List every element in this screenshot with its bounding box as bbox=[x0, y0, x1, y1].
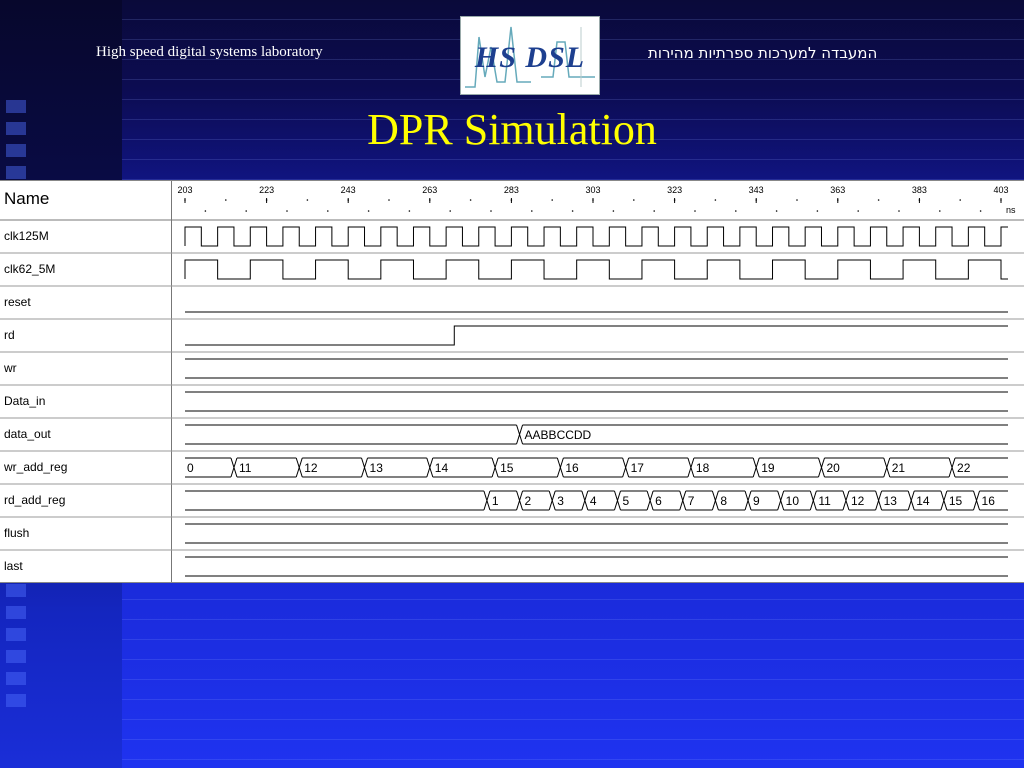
bus-value-label: 13 bbox=[370, 461, 384, 475]
time-minor-dot bbox=[469, 199, 472, 201]
time-tick-label: 203 bbox=[177, 185, 192, 195]
bus-value-label: 20 bbox=[826, 461, 840, 475]
time-minor-dot bbox=[531, 210, 533, 212]
bus-value-label: 16 bbox=[982, 494, 996, 508]
clock-trace-clk125m bbox=[184, 226, 1008, 247]
time-minor-dot bbox=[184, 199, 186, 201]
time-minor-dot bbox=[306, 199, 309, 201]
bus-value-label: AABBCCDD bbox=[525, 428, 592, 442]
time-minor-dot bbox=[673, 199, 676, 201]
bus-value-label: 16 bbox=[565, 461, 579, 475]
time-minor-dot bbox=[694, 210, 696, 212]
bus-value-label: 14 bbox=[916, 494, 930, 508]
lab-name-english: High speed digital systems laboratory bbox=[96, 44, 323, 60]
time-minor-dot bbox=[286, 210, 288, 212]
time-unit-label: ns bbox=[1006, 205, 1016, 215]
bus-value-label: 12 bbox=[851, 494, 865, 508]
bus-value-label: 15 bbox=[949, 494, 963, 508]
time-minor-dot bbox=[429, 199, 431, 201]
time-minor-dot bbox=[327, 210, 329, 212]
time-minor-dot bbox=[367, 210, 370, 212]
time-minor-dot bbox=[204, 210, 207, 212]
waveform-canvas: 203 223 243 263 283 303 323 343 363 383 403nsAABBC… bbox=[0, 185, 1024, 577]
bus-value-label: 12 bbox=[304, 461, 318, 475]
time-tick-label: 303 bbox=[585, 185, 600, 195]
time-minor-dot bbox=[388, 199, 390, 201]
time-minor-dot bbox=[755, 199, 757, 201]
bus-value-label: 11 bbox=[239, 461, 252, 475]
bus-value-label: 7 bbox=[688, 494, 695, 508]
bus-value-label: 5 bbox=[622, 494, 629, 508]
bus-value-label: 18 bbox=[696, 461, 710, 475]
time-minor-dot bbox=[979, 210, 982, 212]
time-minor-dot bbox=[857, 210, 859, 212]
time-minor-dot bbox=[408, 210, 411, 212]
bus-value-label: 3 bbox=[557, 494, 564, 508]
bus-value-label: 4 bbox=[590, 494, 597, 508]
bus-value-label: 0 bbox=[187, 461, 194, 475]
bus-value-label: 17 bbox=[631, 461, 645, 475]
time-minor-dot bbox=[347, 199, 350, 201]
time-tick-label: 283 bbox=[504, 185, 519, 195]
time-minor-dot bbox=[735, 210, 737, 212]
time-minor-dot bbox=[837, 199, 839, 201]
bus-value-label: 2 bbox=[525, 494, 532, 508]
bus-value-label: 22 bbox=[957, 461, 971, 475]
time-tick-label: 323 bbox=[667, 185, 682, 195]
time-minor-dot bbox=[816, 210, 819, 212]
time-minor-dot bbox=[775, 210, 778, 212]
bus-value-label: 8 bbox=[720, 494, 727, 508]
time-minor-dot bbox=[898, 210, 900, 212]
time-minor-dot bbox=[653, 210, 655, 212]
bus-value-label: 6 bbox=[655, 494, 662, 508]
time-minor-dot bbox=[551, 199, 553, 201]
bus-value-label: 1 bbox=[492, 494, 499, 508]
waveform-panel: Name clk125M clk62_5M reset rd wr Data_in data… bbox=[0, 180, 1024, 583]
time-minor-dot bbox=[265, 199, 268, 201]
time-tick-label: 223 bbox=[259, 185, 274, 195]
slide-title: DPR Simulation bbox=[367, 105, 657, 154]
time-minor-dot bbox=[592, 199, 594, 201]
time-minor-dot bbox=[225, 199, 227, 201]
lab-name-hebrew: המעבדה למערכות ספרתיות מהירות bbox=[648, 44, 878, 62]
time-minor-dot bbox=[959, 199, 961, 201]
bus-value-label: 10 bbox=[786, 494, 800, 508]
hsdsl-logo: HS DSL bbox=[460, 16, 600, 95]
bus-value-label: 19 bbox=[761, 461, 775, 475]
time-minor-dot bbox=[918, 199, 921, 201]
time-minor-dot bbox=[796, 199, 798, 201]
time-tick-label: 243 bbox=[341, 185, 356, 195]
time-tick-label: 403 bbox=[993, 185, 1008, 195]
time-minor-dot bbox=[612, 210, 615, 212]
time-minor-dot bbox=[449, 210, 452, 212]
time-minor-dot bbox=[510, 199, 513, 201]
logo-text: HS DSL bbox=[474, 41, 586, 74]
time-tick-label: 263 bbox=[422, 185, 437, 195]
bus-value-label: 13 bbox=[884, 494, 898, 508]
bus-value-label: 15 bbox=[500, 461, 514, 475]
time-minor-dot bbox=[714, 199, 717, 201]
time-tick-label: 343 bbox=[749, 185, 764, 195]
time-minor-dot bbox=[1000, 199, 1002, 201]
time-tick-label: 363 bbox=[830, 185, 845, 195]
bus-value-label: 14 bbox=[435, 461, 449, 475]
clock-trace-clk62-5m bbox=[184, 259, 1008, 280]
time-minor-dot bbox=[939, 210, 941, 212]
time-tick-label: 383 bbox=[912, 185, 927, 195]
time-minor-dot bbox=[245, 210, 247, 212]
bus-value-label: 9 bbox=[753, 494, 760, 508]
bus-value-label: 11 bbox=[818, 494, 831, 508]
time-minor-dot bbox=[633, 199, 635, 201]
bus-value-label: 21 bbox=[892, 461, 906, 475]
time-minor-dot bbox=[571, 210, 574, 212]
rd-trace bbox=[185, 325, 1008, 346]
time-minor-dot bbox=[877, 199, 880, 201]
time-minor-dot bbox=[490, 210, 492, 212]
